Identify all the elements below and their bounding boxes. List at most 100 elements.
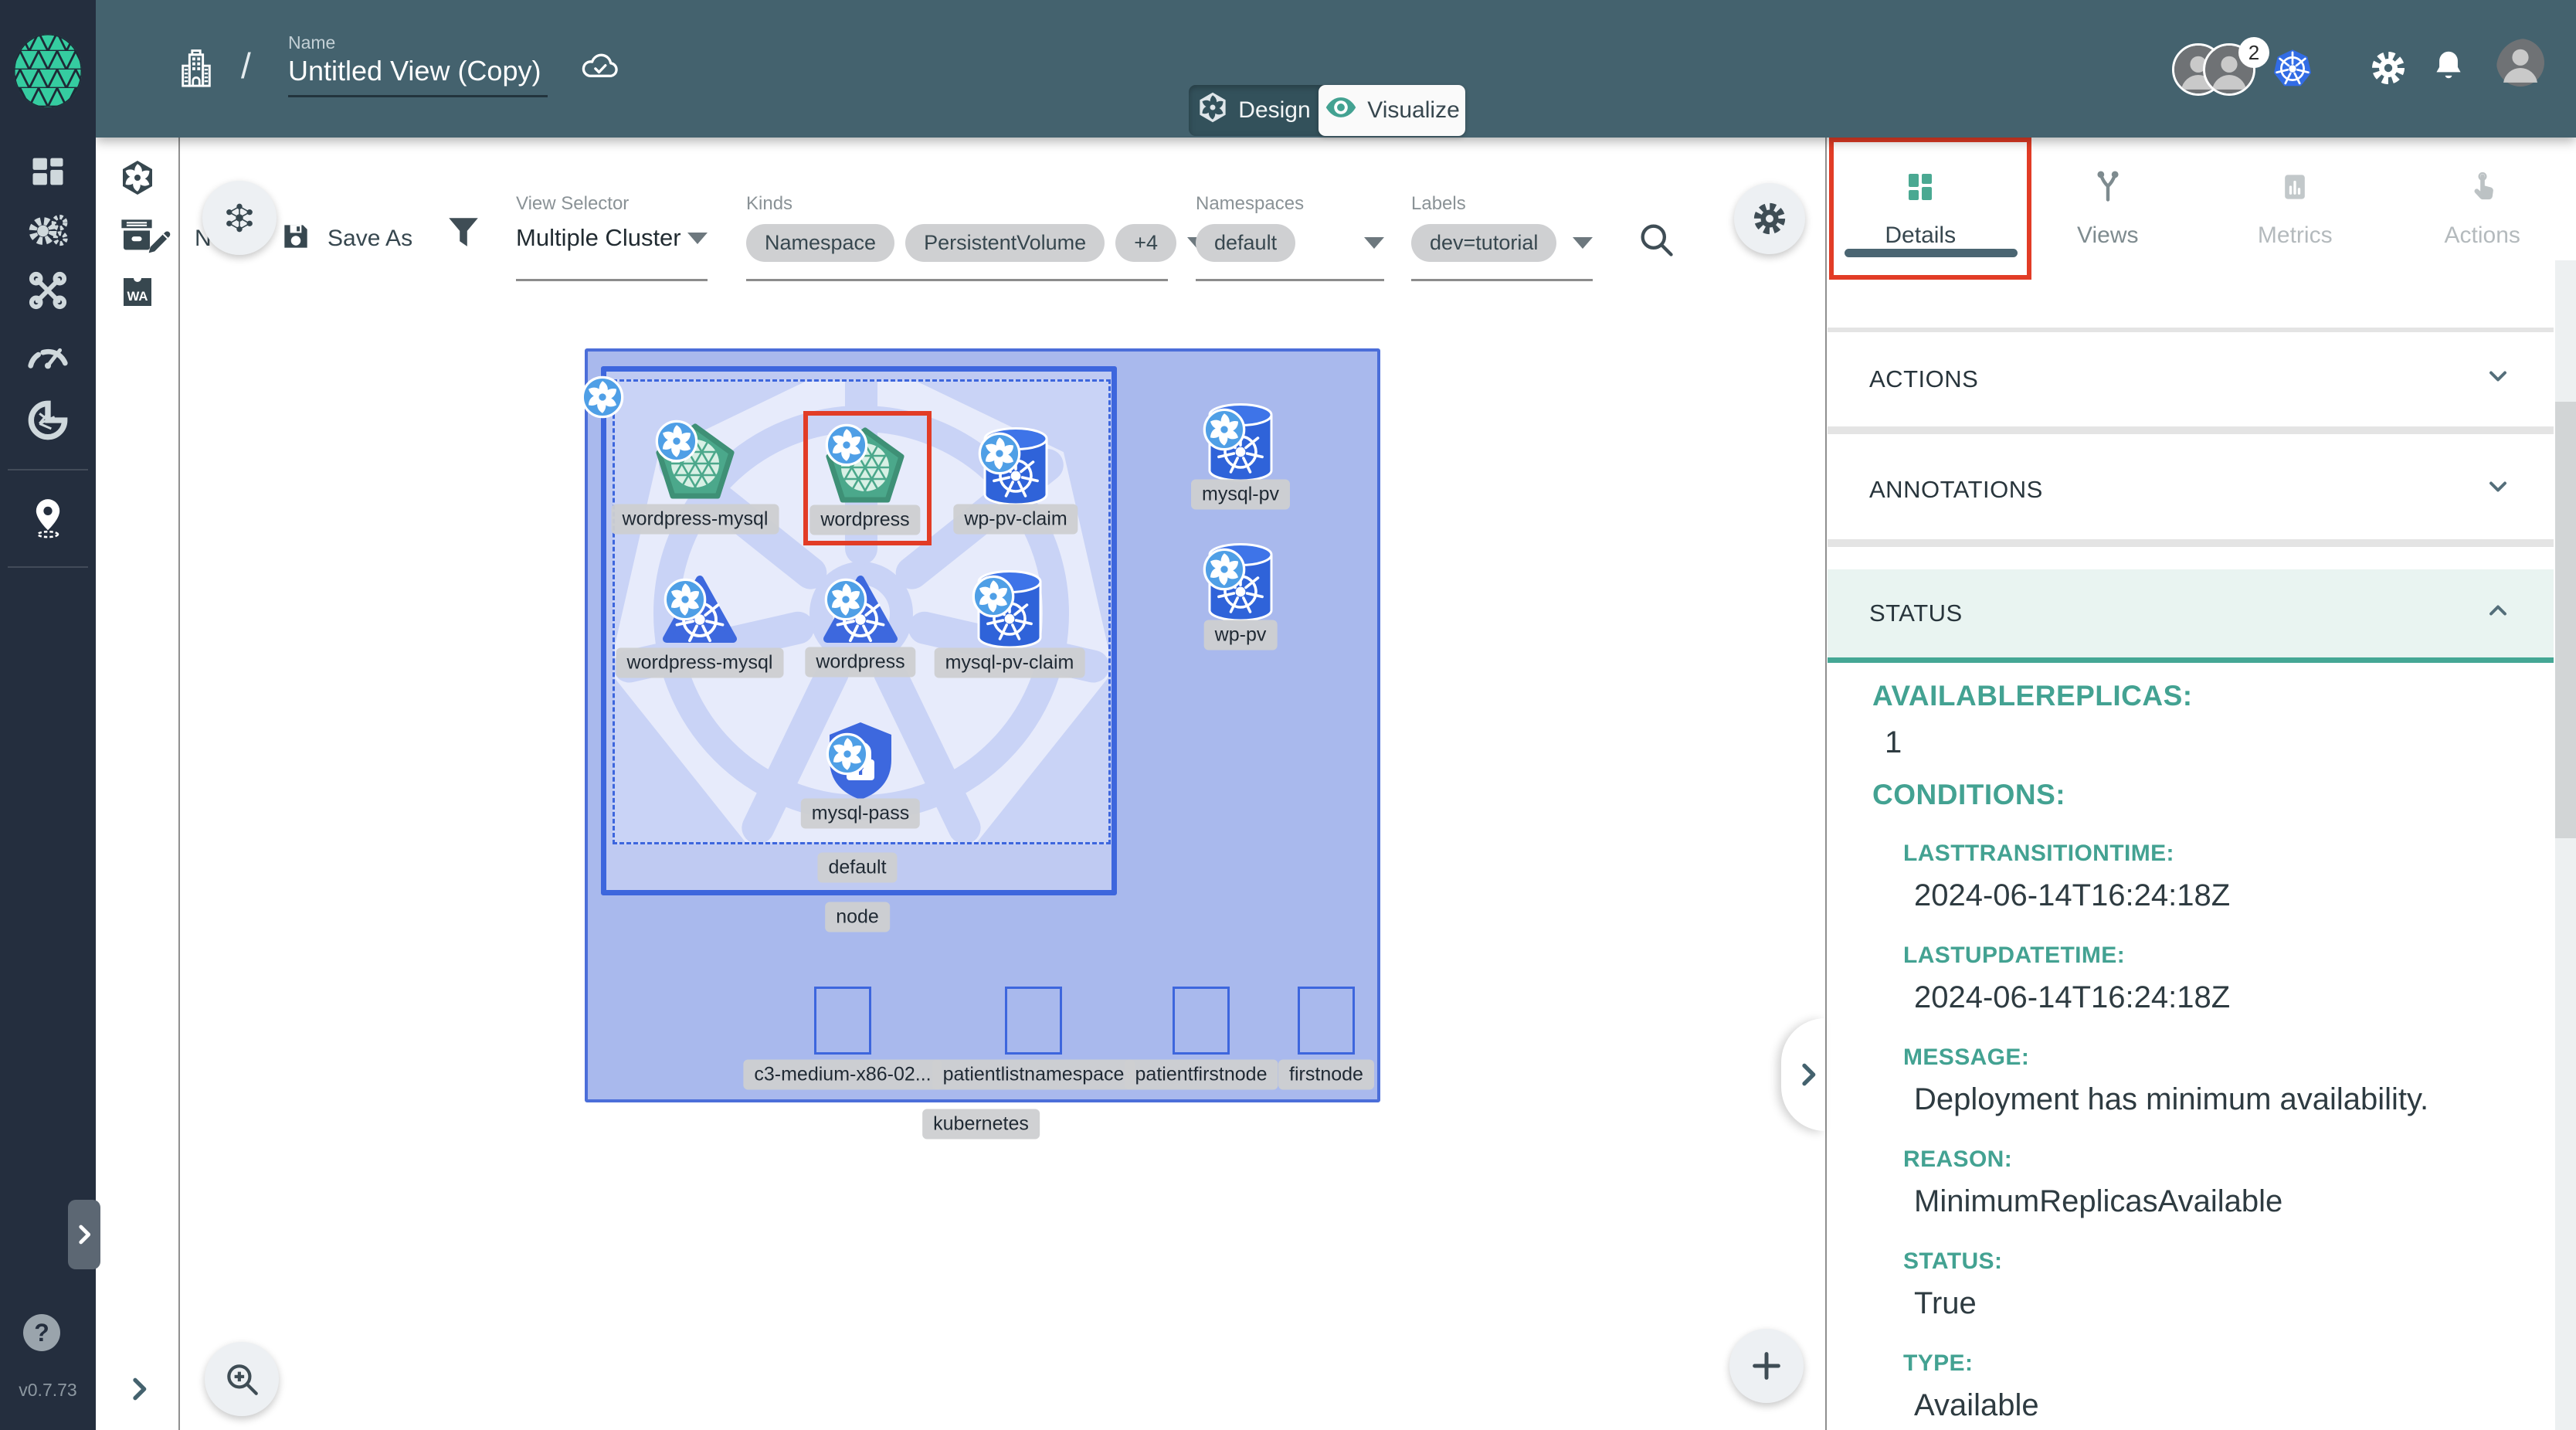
sidebar-item-kanvas[interactable] [0,494,96,541]
wasm-filter-icon[interactable]: WA [119,273,156,314]
node-name-label: patientlistnamespace [932,1060,1135,1090]
status-field-key: REASON: [1903,1146,2521,1173]
panel-collapse-handle[interactable] [1781,1018,1825,1131]
expand-toolbar-chevron-icon[interactable] [124,1374,154,1408]
sidebar-item-extensions[interactable] [0,397,96,443]
filter-chip[interactable]: default [1196,224,1295,262]
node-label[interactable]: node [825,902,890,932]
actions-accordion[interactable]: ACTIONS [1828,332,2554,426]
sidebar-item-lifecycle[interactable] [0,208,96,254]
node-name-label: wordpress [805,647,915,678]
view-selector-value: Multiple Cluster [516,224,681,252]
sidebar-divider [8,566,88,568]
tab-views[interactable]: Views [2014,139,2202,278]
design-icon [1196,91,1229,130]
notifications-bell-icon[interactable] [2432,48,2466,89]
cluster-label[interactable]: kubernetes [922,1109,1040,1140]
tab-actions[interactable]: Actions [2389,139,2576,278]
view-name-input[interactable] [288,53,548,97]
user-avatar[interactable] [2496,39,2555,97]
tab-label: Actions [2445,222,2520,249]
status-field-value: 2024-06-14T16:24:18Z [1914,878,2521,913]
canvas-settings-fab[interactable] [1734,183,1805,254]
chevron-down-icon [2484,473,2512,507]
node-name-label: wp-pv-claim [953,504,1078,535]
status-field-value: MinimumReplicasAvailable [1914,1184,2521,1219]
meshery-badge-icon [978,432,1021,479]
help-button[interactable]: ? [23,1314,60,1351]
design-mode-tab[interactable]: Design [1189,85,1319,136]
tab-label: Views [2077,222,2138,249]
meshery-spiral-icon[interactable] [119,159,156,200]
meshery-badge-icon [824,578,867,625]
views-tab-icon [2091,168,2125,212]
chevron-down-icon [1573,237,1593,249]
tab-metrics[interactable]: Metrics [2201,139,2389,278]
cluster-node-c3-medium-x86-02...[interactable] [814,987,871,1055]
node-name-label: mysql-pv [1191,480,1290,510]
organization-icon[interactable] [177,48,216,93]
meshery-logo[interactable] [11,32,85,114]
meshery-badge-icon [655,419,698,467]
labels-filter[interactable]: Labels dev=tutorial [1411,193,1593,281]
status-field-key: TYPE: [1903,1350,2521,1377]
status-field-value: 2024-06-14T16:24:18Z [1914,980,2521,1015]
status-field-key: LASTTRANSITIONTIME: [1903,841,2521,867]
status-field-key: MESSAGE: [1903,1044,2521,1071]
annotation-highlight-details-tab [1829,138,2031,280]
status-field-value: True [1914,1286,2521,1321]
filter-chip[interactable]: dev=tutorial [1411,224,1556,262]
actions-accordion-title: ACTIONS [1869,365,1978,393]
filter-chip[interactable]: +4 [1115,224,1176,262]
sidebar-item-configuration[interactable] [0,267,96,314]
view-selector-dropdown[interactable]: View Selector Multiple Cluster [516,193,708,281]
edit-pencil-icon[interactable] [144,227,175,262]
status-accordion-title: STATUS [1869,600,1963,627]
filter-funnel-icon[interactable] [444,213,483,256]
conditions-key: CONDITIONS: [1872,779,2521,812]
node-name-label: firstnode [1278,1060,1374,1090]
meshery-badge-icon [1203,408,1246,455]
canvas-side-toolbar: WA [96,138,180,1430]
filter-label: Namespaces [1196,193,1384,215]
svg-text:WA: WA [127,289,148,304]
annotations-accordion[interactable]: ANNOTATIONS [1828,440,2554,539]
sidebar-expand-button[interactable] [68,1200,100,1269]
actions-tab-icon [2467,168,2498,212]
settings-gear-icon[interactable] [2370,49,2407,90]
cluster-node-firstnode[interactable] [1298,987,1355,1055]
cluster-node-patientfirstnode[interactable] [1173,987,1230,1055]
add-node-fab[interactable] [1729,1329,1804,1403]
cloud-save-status-icon [579,48,621,86]
sidebar-item-dashboard[interactable] [0,148,96,195]
sidebar-item-performance[interactable] [0,332,96,379]
node-name-label: patientfirstnode [1125,1060,1278,1090]
view-name-label: Name [288,32,335,53]
kubernetes-context-icon[interactable] [2271,48,2314,93]
kinds-filter[interactable]: Kinds NamespacePersistentVolume+4 [746,193,1168,281]
zoom-in-fab[interactable] [205,1342,279,1416]
namespaces-filter[interactable]: Namespaces default [1196,193,1384,281]
filter-label: Labels [1411,193,1593,215]
panel-scrollbar-thumb[interactable] [2555,402,2576,838]
filter-chip[interactable]: PersistentVolume [905,224,1105,262]
chevron-down-icon [1364,237,1384,249]
panel-divider [1825,138,1827,1430]
filter-chip[interactable]: Namespace [746,224,894,262]
meshery-badge-icon [1203,548,1246,595]
status-accordion[interactable]: STATUS [1828,569,2554,663]
node-name-label: wordpress-mysql [616,648,784,678]
save-as-icon[interactable] [279,219,313,257]
meshery-badge-icon [581,375,624,423]
node-name-label: wordpress-mysql [612,504,779,535]
visualize-mode-tab[interactable]: Visualize [1319,85,1465,136]
namespace-label[interactable]: default [817,853,897,883]
annotation-highlight-wordpress-deployment [803,411,932,545]
breadcrumb-separator: / [241,45,251,87]
availablereplicas-value: 1 [1885,725,2521,760]
meshery-badge-icon [664,578,707,625]
cluster-node-patientlistnamespace[interactable] [1005,987,1062,1055]
save-as-button[interactable]: Save As [328,226,412,252]
shapes-fab-button[interactable] [202,181,277,255]
search-icon[interactable] [1636,219,1676,263]
